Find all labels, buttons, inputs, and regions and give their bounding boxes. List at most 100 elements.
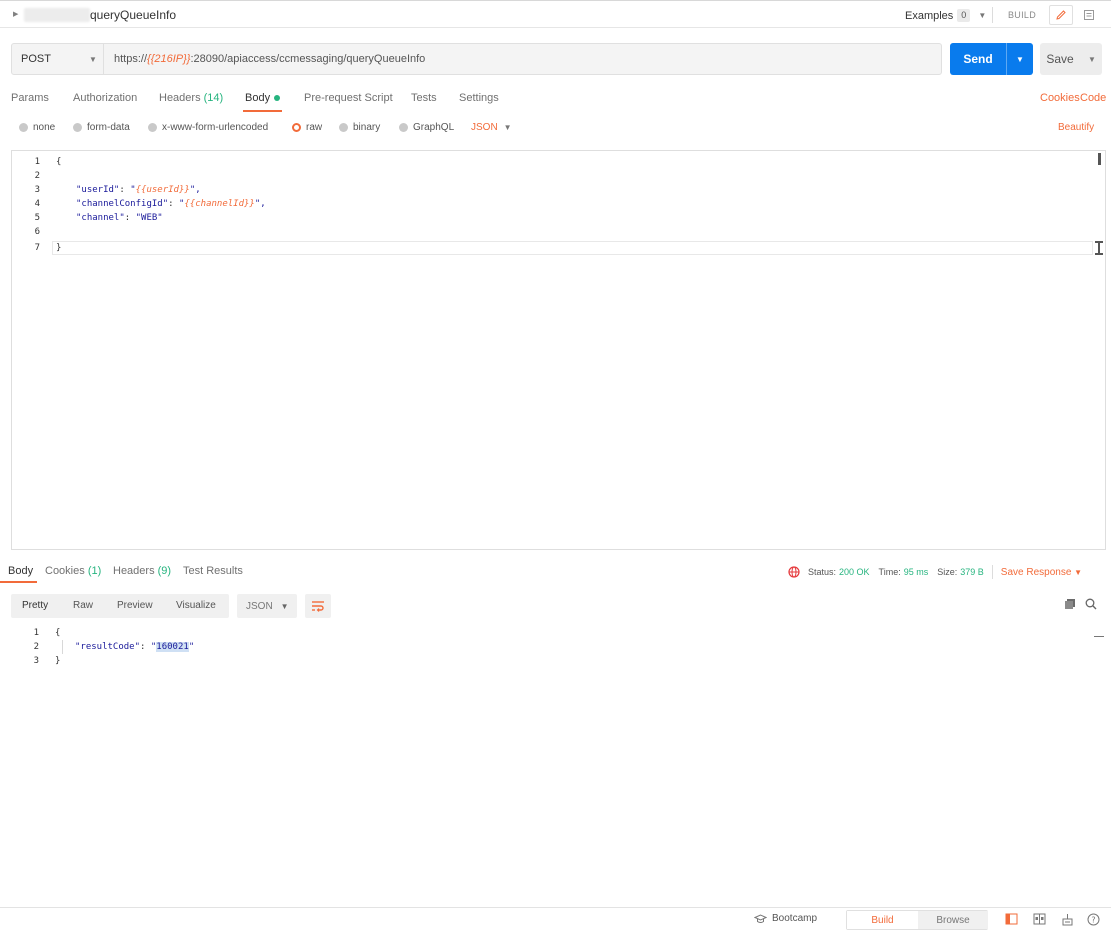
text-cursor-icon	[1095, 253, 1103, 255]
save-button[interactable]: Save ▼	[1040, 43, 1102, 75]
time-value[interactable]: 95 ms	[904, 567, 929, 577]
divider	[992, 7, 993, 23]
tab-body[interactable]: Body	[242, 92, 283, 112]
tab-response-cookies[interactable]: Cookies (1)	[45, 565, 101, 577]
send-label: Send	[963, 52, 993, 66]
tab-test-results[interactable]: Test Results	[183, 565, 243, 577]
line-number: 1	[34, 157, 40, 167]
radio-form-data-label: form-data	[87, 122, 130, 133]
save-response-label: Save Response	[1000, 566, 1072, 578]
save-response-button[interactable]: Save Response ▼	[1001, 567, 1082, 578]
status-value[interactable]: 200 OK	[839, 567, 870, 577]
line-number: 3	[34, 185, 40, 195]
method-select[interactable]: POST ▼	[12, 44, 104, 74]
indent-guide	[62, 640, 63, 654]
line-number: 4	[34, 199, 40, 209]
code-line: "channel": "WEB"	[76, 213, 163, 223]
line-number: 6	[34, 227, 40, 237]
help-icon[interactable]: ?	[1086, 912, 1100, 926]
tab-headers[interactable]: Headers (14)	[159, 92, 223, 104]
url-variable: {{216IP}}	[147, 53, 191, 65]
view-visualize[interactable]: Visualize	[176, 600, 216, 611]
json-colon: :	[119, 185, 131, 195]
tab-response-headers[interactable]: Headers (9)	[113, 565, 171, 577]
tab-tests[interactable]: Tests	[411, 92, 437, 104]
size-value[interactable]: 379 B	[960, 567, 984, 577]
examples-dropdown[interactable]: Examples 0 ▼	[905, 9, 986, 22]
radio-none[interactable]: none	[19, 122, 55, 133]
radio-urlencoded[interactable]: x-www-form-urlencoded	[148, 122, 268, 133]
save-options-chevron-icon[interactable]: ▼	[1082, 43, 1102, 75]
build-browse-toggle: Build Browse	[846, 910, 988, 930]
divider	[991, 565, 993, 579]
tab-settings[interactable]: Settings	[459, 92, 499, 104]
line-number: 2	[34, 171, 40, 181]
view-pretty[interactable]: Pretty	[22, 600, 48, 611]
send-options-chevron-icon[interactable]: ▼	[1007, 43, 1033, 75]
time-label: Time:	[878, 567, 901, 577]
radio-binary-label: binary	[353, 122, 381, 133]
tab-pre-request-script[interactable]: Pre-request Script	[304, 92, 393, 104]
expand-caret-icon[interactable]: ▶	[13, 10, 18, 18]
json-key: "channel"	[76, 213, 125, 223]
documentation-button[interactable]	[1077, 5, 1101, 25]
json-key: "resultCode"	[75, 642, 141, 652]
response-format-select[interactable]: JSON ▼	[237, 594, 297, 618]
radio-raw[interactable]: raw	[292, 122, 322, 133]
radio-dot	[148, 123, 157, 132]
keyboard-shortcuts-icon[interactable]	[1060, 912, 1074, 926]
graduation-cap-icon	[754, 913, 767, 923]
size-label: Size:	[937, 567, 958, 577]
tab-authorization[interactable]: Authorization	[73, 92, 137, 104]
json-colon: :	[140, 642, 151, 652]
radio-raw-label: raw	[306, 122, 323, 133]
request-name[interactable]: queryQueueInfo	[90, 8, 176, 22]
response-body-viewer[interactable]: 1 2 3 { "resultCode": "160021" }	[11, 626, 1106, 686]
beautify-link[interactable]: Beautify	[1058, 122, 1094, 133]
view-raw[interactable]: Raw	[73, 600, 93, 611]
wrap-lines-icon	[312, 601, 324, 612]
line-number: 2	[33, 642, 39, 652]
url-input[interactable]: https://{{216IP}}:28090/apiaccess/ccmess…	[114, 53, 425, 65]
chevron-down-icon: ▼	[280, 601, 289, 611]
view-preview[interactable]: Preview	[117, 600, 153, 611]
body-format-select[interactable]: JSON ▼	[471, 122, 512, 133]
build-mode-button[interactable]: Build	[847, 911, 918, 929]
browse-mode-button[interactable]: Browse	[918, 911, 988, 929]
code-link[interactable]: Code	[1080, 92, 1106, 104]
response-status-bar: Status: 200 OK Time: 95 ms Size: 379 B Save…	[788, 565, 1082, 579]
radio-graphql[interactable]: GraphQL	[399, 122, 454, 133]
copy-icon[interactable]	[1064, 598, 1076, 613]
body-format-label: JSON	[471, 122, 498, 133]
json-quote: ",	[189, 185, 201, 195]
edit-button[interactable]	[1049, 5, 1073, 25]
bootcamp-label: Bootcamp	[772, 913, 818, 924]
chevron-down-icon: ▼	[503, 123, 512, 132]
cookies-link[interactable]: Cookies	[1040, 92, 1080, 104]
collection-name-blurred	[24, 8, 90, 22]
two-pane-view-icon[interactable]	[1004, 912, 1018, 926]
radio-dot	[339, 123, 348, 132]
wrap-lines-button[interactable]	[305, 594, 331, 618]
headers-count: (9)	[157, 565, 172, 577]
tab-params[interactable]: Params	[11, 92, 49, 104]
layout-grid-icon[interactable]	[1032, 912, 1046, 926]
json-value-selected: 160021	[156, 642, 189, 652]
request-body-editor[interactable]: 1 2 3 4 5 6 7 { "userId": "{{userId}}", …	[11, 150, 1106, 550]
tab-response-body[interactable]: Body	[0, 565, 38, 583]
search-icon[interactable]	[1085, 598, 1097, 613]
send-button[interactable]: Send ▼	[950, 43, 1033, 75]
globe-icon[interactable]	[788, 566, 800, 578]
bootcamp-button[interactable]: Bootcamp	[754, 913, 817, 924]
chevron-down-icon: ▼	[89, 54, 97, 64]
code-line: }	[56, 243, 62, 253]
radio-dot	[19, 123, 28, 132]
scrollbar-handle[interactable]	[1098, 153, 1101, 165]
radio-binary[interactable]: binary	[339, 122, 380, 133]
json-colon: :	[168, 199, 179, 209]
radio-form-data[interactable]: form-data	[73, 122, 130, 133]
json-key: "userId"	[76, 185, 120, 195]
line-number: 7	[34, 243, 40, 253]
tab-headers-label: Headers	[159, 92, 201, 104]
examples-label: Examples	[905, 9, 954, 22]
